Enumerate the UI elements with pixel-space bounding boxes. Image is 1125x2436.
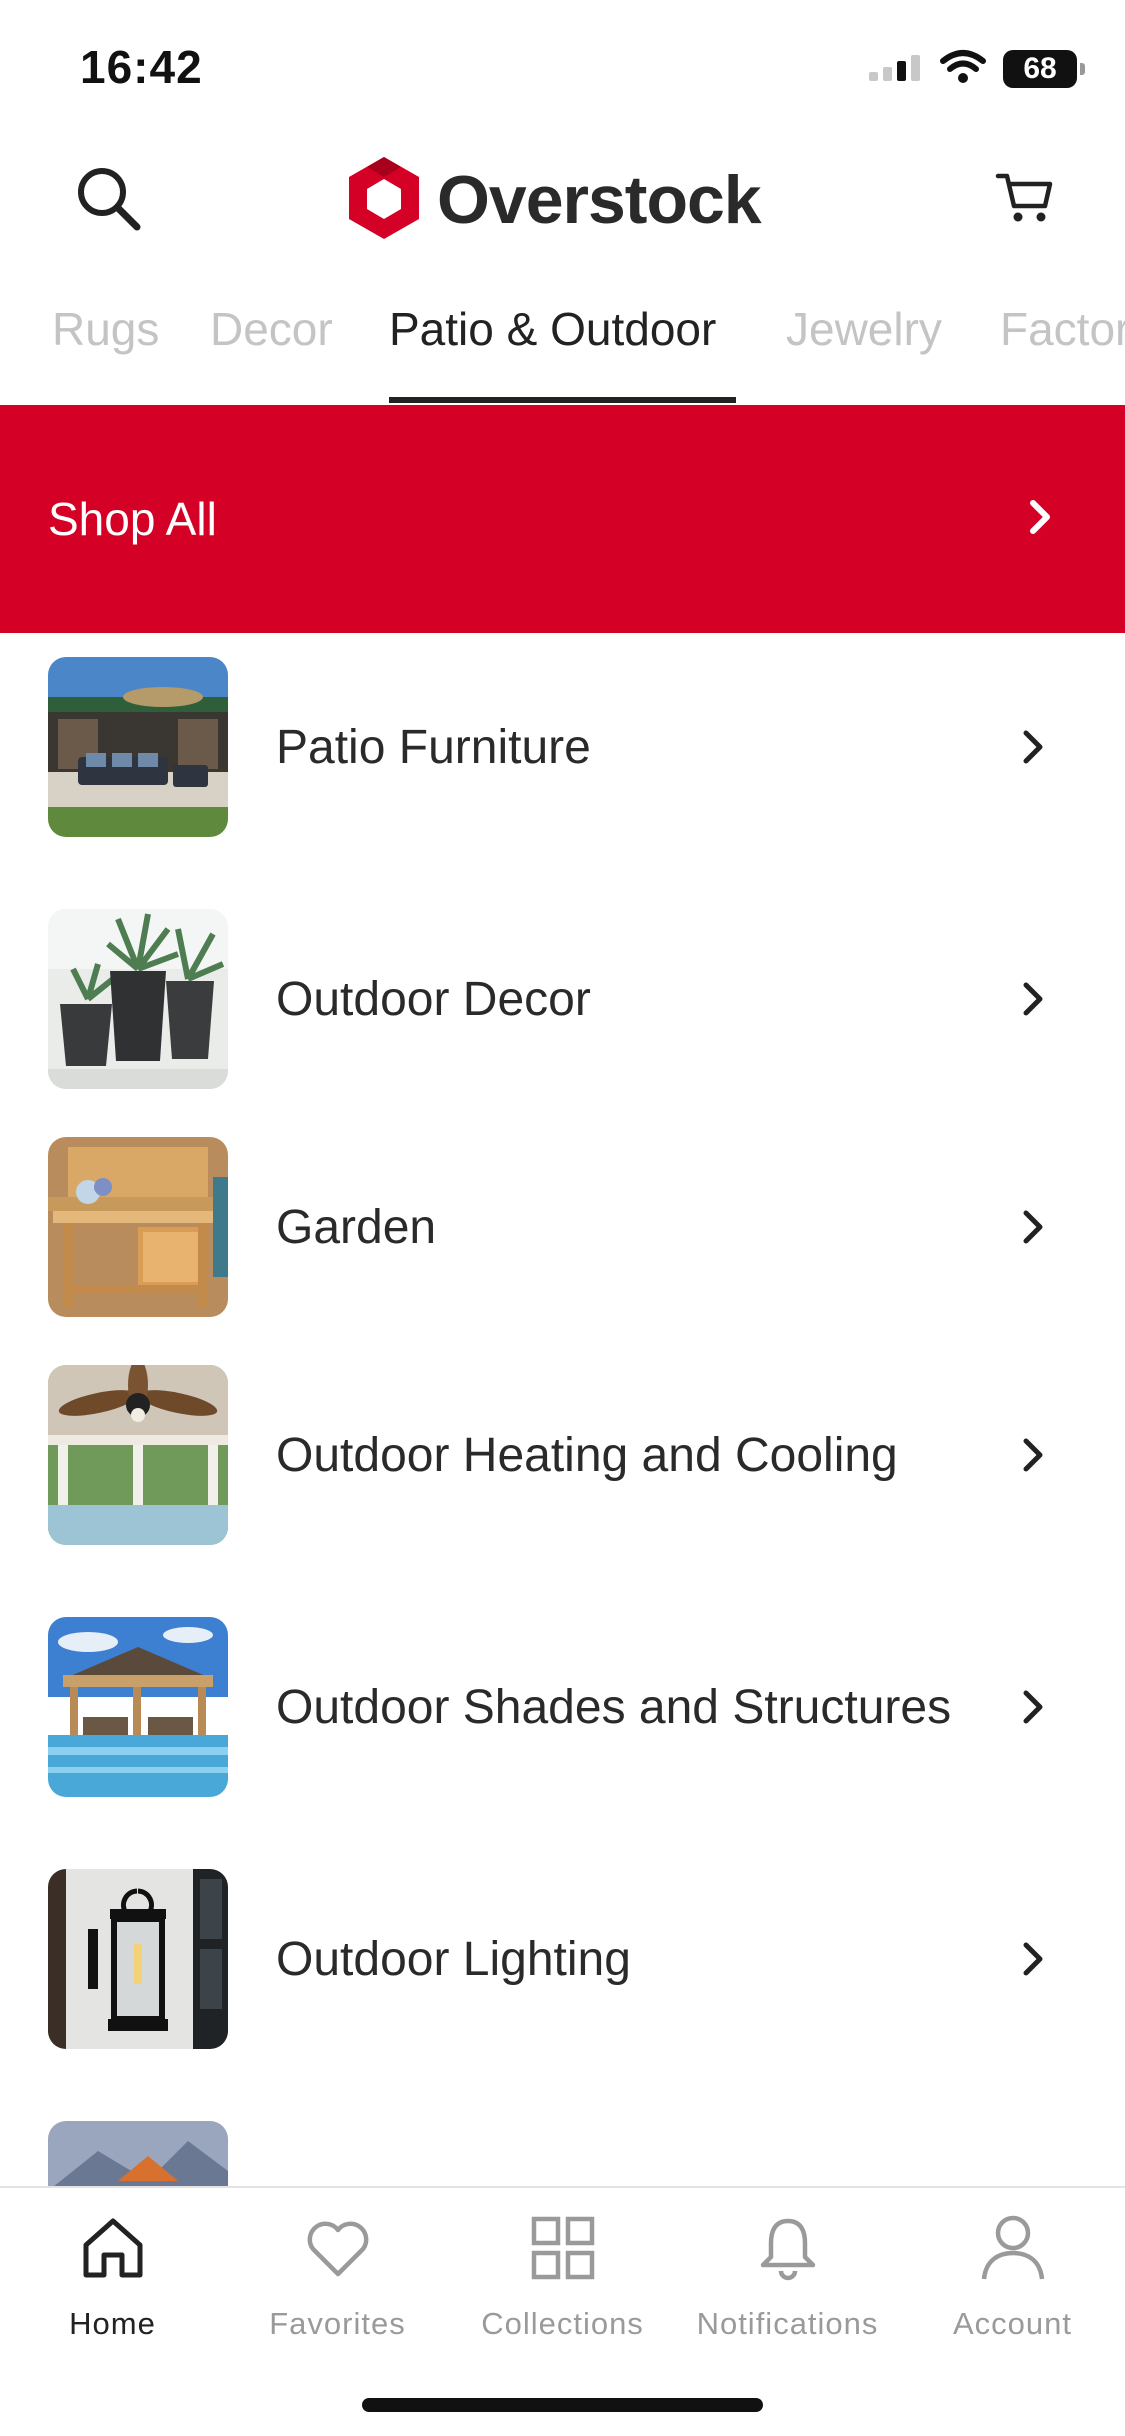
list-item-partial[interactable]	[0, 2121, 1125, 2186]
search-icon	[73, 163, 143, 238]
nav-label: Favorites	[269, 2306, 406, 2341]
nav-account[interactable]: Account	[900, 2208, 1125, 2358]
nav-label: Home	[69, 2306, 156, 2341]
list-item-label: Garden	[276, 1200, 437, 1254]
tab-factory[interactable]: Factory	[1000, 302, 1125, 356]
status-bar: 16:42 68	[0, 0, 1125, 135]
nav-label: Collections	[481, 2306, 644, 2341]
chevron-right-icon	[1007, 973, 1059, 1025]
chevron-right-icon	[1007, 1933, 1059, 1985]
nav-favorites[interactable]: Favorites	[225, 2208, 450, 2358]
tab-decor[interactable]: Decor	[210, 302, 333, 356]
person-icon	[973, 2208, 1053, 2288]
outdoor-decor-image	[48, 909, 228, 1089]
nav-label: Account	[952, 2306, 1072, 2341]
home-icon	[73, 2208, 153, 2288]
tab-rugs[interactable]: Rugs	[52, 302, 159, 356]
chevron-right-icon	[1007, 1201, 1059, 1253]
home-indicator	[362, 2398, 763, 2412]
status-icons: 68	[867, 44, 1085, 94]
list-item-outdoor-lighting[interactable]: Outdoor Lighting	[0, 1869, 1125, 2049]
list-item-outdoor-decor[interactable]: Outdoor Decor	[0, 909, 1125, 1089]
active-tab-indicator	[389, 397, 736, 403]
cellular-signal-icon	[867, 52, 923, 87]
outdoor-heating-cooling-image	[48, 1365, 228, 1545]
list-item-label: Outdoor Lighting	[276, 1932, 631, 1986]
cart-button[interactable]	[985, 160, 1065, 240]
list-item-label: Outdoor Heating and Cooling	[276, 1428, 898, 1482]
search-button[interactable]	[68, 160, 148, 240]
cart-icon	[995, 170, 1055, 231]
patio-furniture-image	[48, 657, 228, 837]
garden-image	[48, 1137, 228, 1317]
partial-category-image	[48, 2121, 228, 2186]
status-time: 16:42	[80, 41, 203, 93]
list-item-label: Outdoor Shades and Structures	[276, 1680, 952, 1734]
nav-notifications[interactable]: Notifications	[675, 2208, 900, 2358]
shop-all-button[interactable]: Shop All	[0, 405, 1125, 633]
nav-label: Notifications	[696, 2306, 879, 2341]
header: Overstock	[0, 135, 1125, 265]
list-item-outdoor-heating-cooling[interactable]: Outdoor Heating and Cooling	[0, 1365, 1125, 1545]
chevron-right-icon	[1007, 1681, 1059, 1733]
tab-jewelry[interactable]: Jewelry	[786, 302, 942, 356]
shop-all-label: Shop All	[48, 493, 217, 545]
outdoor-shades-structures-image	[48, 1617, 228, 1797]
overstock-logo: Overstock	[345, 155, 762, 246]
logo-text: Overstock	[437, 162, 762, 238]
heart-icon	[298, 2208, 378, 2288]
chevron-right-icon	[1007, 721, 1059, 773]
grid-icon	[523, 2208, 603, 2288]
wifi-icon	[939, 49, 987, 90]
tab-patio-outdoor[interactable]: Patio & Outdoor	[389, 302, 716, 356]
chevron-right-icon	[1025, 497, 1055, 542]
nav-home[interactable]: Home	[0, 2208, 225, 2358]
list-item-garden[interactable]: Garden	[0, 1137, 1125, 1317]
list-item-label: Outdoor Decor	[276, 972, 591, 1026]
outdoor-lighting-image	[48, 1869, 228, 2049]
list-item-label: Patio Furniture	[276, 720, 591, 774]
chevron-right-icon	[1007, 1429, 1059, 1481]
category-tabs: Rugs Decor Patio & Outdoor Jewelry Facto…	[0, 290, 1125, 405]
battery-icon: 68	[1003, 50, 1085, 88]
list-item-patio-furniture[interactable]: Patio Furniture	[0, 657, 1125, 837]
bell-icon	[748, 2208, 828, 2288]
nav-collections[interactable]: Collections	[450, 2208, 675, 2358]
overstock-logo-icon	[345, 155, 423, 246]
list-item-outdoor-shades-structures[interactable]: Outdoor Shades and Structures	[0, 1617, 1125, 1797]
